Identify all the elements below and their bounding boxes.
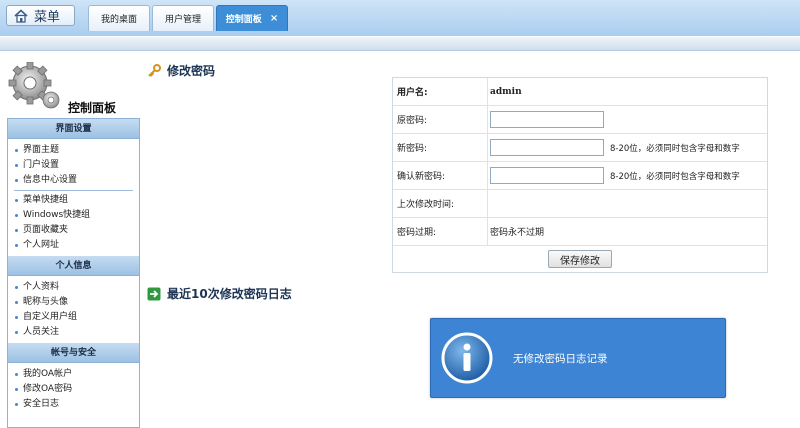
key-icon [147, 63, 161, 78]
form-row-confirm-password: 确认新密码: 8-20位，必须同时包含字母和数字 [393, 162, 767, 190]
sidebar-item-menu-shortcuts[interactable]: 菜单快捷组 [14, 193, 139, 208]
sidebar-item-info-center[interactable]: 信息中心设置 [14, 173, 139, 188]
sidebar-item-security-log[interactable]: 安全日志 [14, 397, 139, 412]
close-icon[interactable]: × [270, 13, 278, 24]
new-password-label: 新密码: [393, 134, 488, 161]
tab-user-management[interactable]: 用户管理 [152, 5, 214, 31]
arrow-right-icon [147, 287, 161, 301]
last-change-value [488, 190, 490, 217]
home-icon [13, 8, 29, 23]
confirm-password-field[interactable] [490, 167, 604, 184]
password-title-text: 修改密码 [167, 64, 216, 78]
tab-my-desktop[interactable]: 我的桌面 [88, 5, 150, 31]
sidebar-item-profile[interactable]: 个人资料 [14, 280, 139, 295]
sidebar-item-nickname-avatar[interactable]: 昵称与头像 [14, 295, 139, 310]
nav-group-header-personal[interactable]: 个人信息 [8, 256, 139, 276]
form-row-new-password: 新密码: 8-20位，必须同时包含字母和数字 [393, 134, 767, 162]
form-row-last-change: 上次修改时间: [393, 190, 767, 218]
sidebar-item-favorites[interactable]: 页面收藏夹 [14, 223, 139, 238]
form-actions: 保存修改 [393, 246, 767, 272]
sidebar-title: 控制面板 [68, 101, 117, 115]
sidebar-item-change-password[interactable]: 修改OA密码 [14, 382, 139, 397]
save-button[interactable]: 保存修改 [548, 250, 612, 268]
password-section-title: 修改密码 [147, 62, 215, 79]
sidebar-item-personal-url[interactable]: 个人网址 [14, 238, 139, 253]
sidebar-item-portal[interactable]: 门户设置 [14, 158, 139, 173]
divider [14, 190, 133, 191]
old-password-field[interactable] [490, 111, 604, 128]
gear-icon [8, 61, 63, 112]
confirm-password-hint: 8-20位，必须同时包含字母和数字 [610, 171, 740, 182]
expire-value: 密码永不过期 [490, 228, 545, 238]
expire-label: 密码过期: [393, 218, 488, 245]
form-row-old-password: 原密码: [393, 106, 767, 134]
tab-label: 控制面板 [225, 15, 262, 25]
sidebar: 控制面板 界面设置 界面主题 门户设置 信息中心设置 菜单快捷组 Windows… [0, 52, 146, 428]
new-password-field[interactable] [490, 139, 604, 156]
nav-group-header-interface[interactable]: 界面设置 [8, 119, 139, 139]
confirm-password-label: 确认新密码: [393, 162, 488, 189]
sidebar-item-custom-groups[interactable]: 自定义用户组 [14, 310, 139, 325]
menu-label: 菜单 [34, 10, 61, 25]
nav-group-header-security[interactable]: 帐号与安全 [8, 343, 139, 363]
toolbar-strip [0, 37, 800, 51]
form-row-username: 用户名: admin [393, 78, 767, 106]
nav-group-security: 我的OA帐户 修改OA密码 安全日志 [8, 363, 139, 415]
sidebar-item-theme[interactable]: 界面主题 [14, 143, 139, 158]
sidebar-item-follow[interactable]: 人员关注 [14, 325, 139, 340]
sidebar-nav: 界面设置 界面主题 门户设置 信息中心设置 菜单快捷组 Windows快捷组 页… [7, 118, 140, 428]
username-label: 用户名: [393, 78, 488, 105]
menu-button[interactable]: 菜单 [6, 5, 75, 26]
sidebar-item-oa-account[interactable]: 我的OA帐户 [14, 367, 139, 382]
last-change-label: 上次修改时间: [393, 190, 488, 217]
password-form: 用户名: admin 原密码: 新密码: 8-20位，必须同时包含字母和数字 确… [392, 77, 768, 273]
old-password-label: 原密码: [393, 106, 488, 133]
nav-group-personal: 个人资料 昵称与头像 自定义用户组 人员关注 [8, 276, 139, 343]
tab-label: 我的桌面 [100, 15, 137, 25]
nav-group-interface: 界面主题 门户设置 信息中心设置 菜单快捷组 Windows快捷组 页面收藏夹 … [8, 139, 139, 256]
username-value: admin [490, 86, 522, 97]
info-icon [441, 332, 493, 384]
empty-log-notice: 无修改密码日志记录 [430, 318, 726, 398]
log-section-title: 最近10次修改密码日志 [147, 285, 292, 302]
tab-label: 用户管理 [164, 15, 201, 25]
tab-control-panel[interactable]: 控制面板 × [216, 5, 288, 31]
sidebar-item-windows-shortcuts[interactable]: Windows快捷组 [14, 208, 139, 223]
new-password-hint: 8-20位，必须同时包含字母和数字 [610, 143, 740, 154]
log-title-text: 最近10次修改密码日志 [167, 287, 292, 301]
notice-message: 无修改密码日志记录 [513, 352, 608, 365]
form-row-expire: 密码过期: 密码永不过期 [393, 218, 767, 246]
